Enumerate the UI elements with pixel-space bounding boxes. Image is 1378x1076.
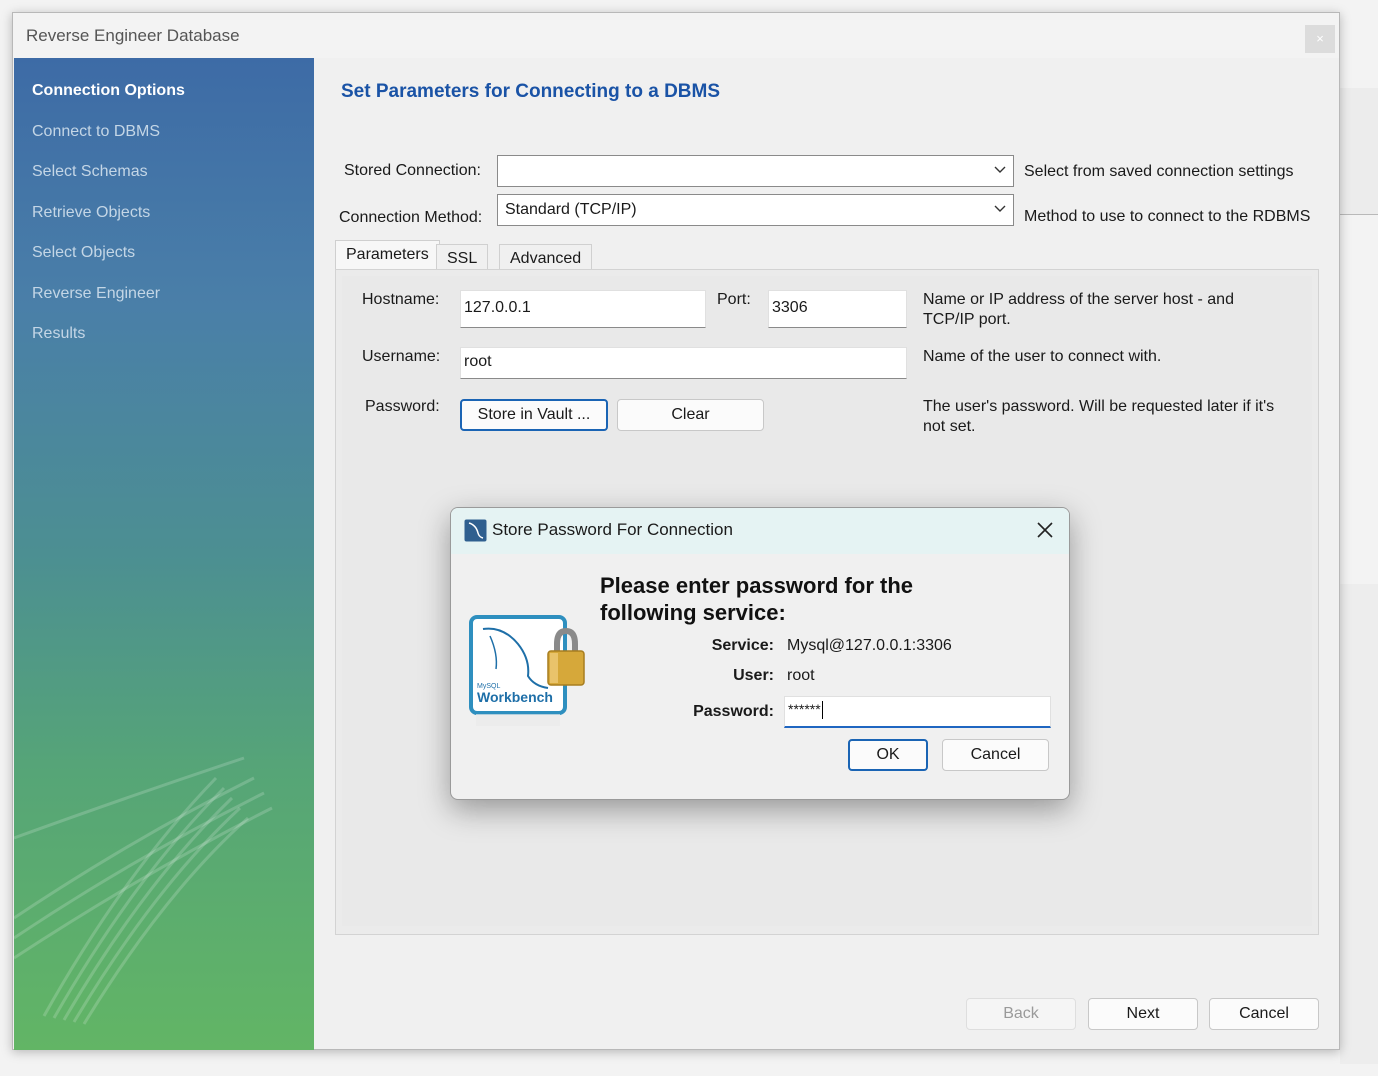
user-label: User:	[733, 667, 774, 684]
text-caret	[821, 701, 823, 720]
tab-advanced[interactable]: Advanced	[499, 244, 593, 272]
background-panel-lower	[1340, 584, 1378, 1064]
host-hint-line1: Name or IP address of the server host - …	[923, 291, 1234, 308]
workbench-lock-logo: MySQL Workbench	[469, 615, 585, 726]
sidebar-step-select-objects: Select Objects	[32, 244, 136, 261]
connection-method-value: Standard (TCP/IP)	[505, 201, 637, 218]
sidebar-step-connection-options: Connection Options	[32, 82, 185, 99]
user-value: root	[787, 667, 815, 684]
sidebar-step-results: Results	[32, 325, 86, 342]
service-label: Service:	[711, 637, 774, 654]
stored-connection-label: Stored Connection:	[344, 162, 481, 179]
password-hint: The user's password. Will be requested l…	[923, 397, 1274, 437]
cancel-button[interactable]: Cancel	[1209, 998, 1319, 1030]
password-hint-line1: The user's password. Will be requested l…	[923, 398, 1275, 415]
sidebar-step-select-schemas: Select Schemas	[32, 163, 148, 180]
stored-connection-hint: Select from saved connection settings	[1024, 163, 1294, 180]
connection-method-label: Connection Method:	[339, 209, 483, 226]
sidebar-step-retrieve-objects: Retrieve Objects	[32, 204, 151, 221]
tab-ssl[interactable]: SSL	[436, 244, 489, 272]
store-password-dialog: Store Password For Connection MySQL Work…	[450, 507, 1070, 800]
dialog-prompt-line1: Please enter password for the	[600, 573, 913, 598]
connection-method-select[interactable]: Standard (TCP/IP)	[497, 194, 1014, 226]
dialog-prompt-line2: following service:	[600, 600, 786, 625]
hostname-field[interactable]: 127.0.0.1	[460, 290, 706, 328]
window-close-button[interactable]: ×	[1305, 25, 1335, 53]
stored-connection-select[interactable]	[497, 155, 1014, 187]
wizard-sidebar: Connection Options Connect to DBMS Selec…	[14, 58, 314, 1050]
dialog-password-value: ******	[788, 701, 821, 717]
logo-workbench-text: Workbench	[477, 689, 553, 705]
sidebar-step-reverse-engineer: Reverse Engineer	[32, 285, 161, 302]
dialog-password-label: Password:	[693, 703, 774, 720]
password-label: Password:	[365, 398, 440, 415]
window-titlebar: Reverse Engineer Database ×	[13, 13, 1339, 58]
port-field[interactable]: 3306	[768, 290, 907, 328]
dialog-title: Store Password For Connection	[492, 520, 733, 539]
page-heading: Set Parameters for Connecting to a DBMS	[341, 81, 721, 102]
password-hint-line2: not set.	[923, 418, 976, 435]
close-icon[interactable]	[1035, 520, 1055, 540]
service-value: Mysql@127.0.0.1:3306	[787, 637, 952, 654]
username-label: Username:	[362, 348, 441, 365]
connection-method-hint: Method to use to connect to the RDBMS	[1024, 208, 1311, 225]
tab-parameters[interactable]: Parameters	[335, 240, 440, 270]
chevron-down-icon	[994, 205, 1006, 212]
host-hint: Name or IP address of the server host - …	[923, 290, 1234, 330]
port-label: Port:	[717, 291, 751, 308]
username-field[interactable]: root	[460, 347, 907, 379]
chevron-down-icon	[994, 166, 1006, 173]
window-title: Reverse Engineer Database	[26, 26, 240, 45]
dialog-ok-button[interactable]: OK	[848, 739, 928, 771]
host-hint-line2: TCP/IP port.	[923, 311, 1011, 328]
sidebar-step-connect-to-dbms: Connect to DBMS	[32, 123, 161, 140]
store-in-vault-button[interactable]: Store in Vault ...	[460, 399, 608, 431]
background-divider	[1340, 214, 1378, 215]
dialog-titlebar: Store Password For Connection	[451, 508, 1069, 554]
back-button[interactable]: Back	[966, 998, 1076, 1030]
dialog-prompt: Please enter password for the following …	[600, 572, 1020, 626]
dialog-password-field[interactable]: ******	[784, 696, 1051, 728]
background-panel	[1340, 88, 1378, 214]
mysql-workbench-icon	[464, 519, 487, 542]
clear-password-button[interactable]: Clear	[617, 399, 764, 431]
username-hint: Name of the user to connect with.	[923, 348, 1162, 365]
hostname-label: Hostname:	[362, 291, 440, 308]
dialog-cancel-button[interactable]: Cancel	[942, 739, 1049, 771]
next-button[interactable]: Next	[1088, 998, 1198, 1030]
